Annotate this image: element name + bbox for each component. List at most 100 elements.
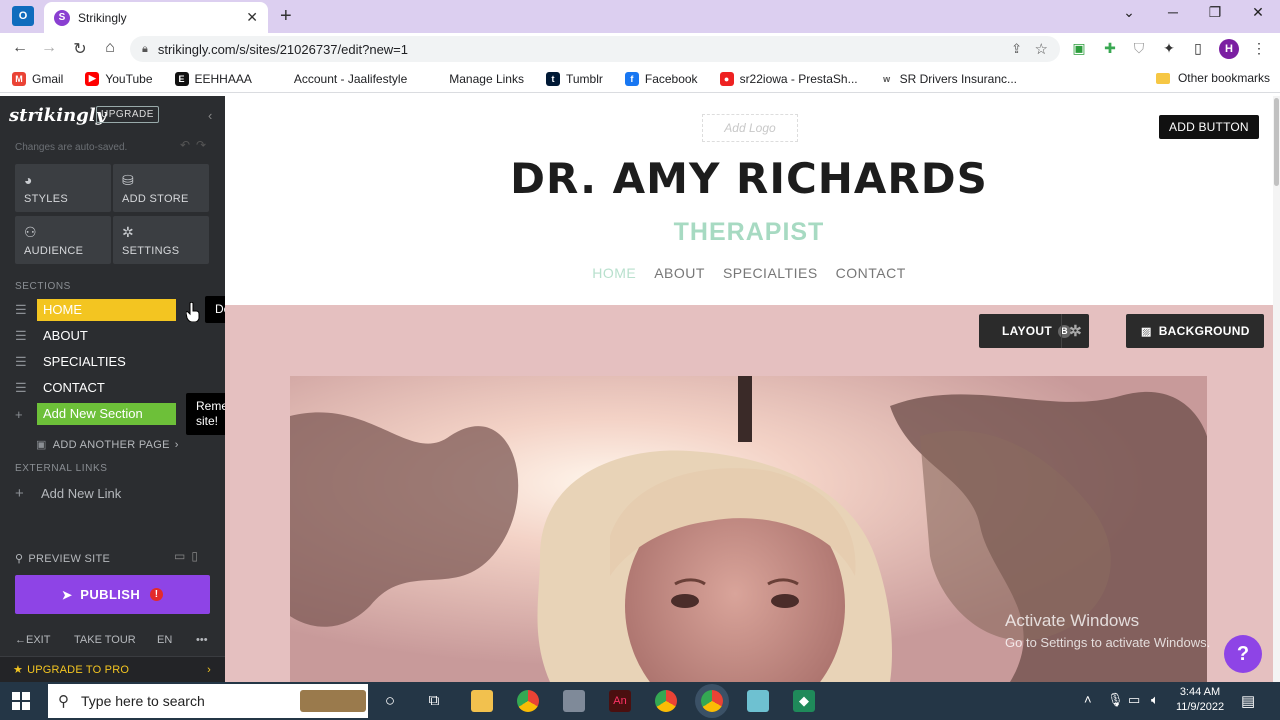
- new-tab-icon[interactable]: +: [280, 5, 292, 28]
- settings-tile[interactable]: ✲ SETTINGS: [113, 216, 209, 264]
- strikingly-logo[interactable]: strikingly: [9, 105, 106, 126]
- system-clock[interactable]: 3:44 AM 11/9/2022: [1170, 685, 1230, 715]
- section-item-contact[interactable]: ☰ CONTACT: [15, 377, 215, 399]
- share-icon[interactable]: ⇪: [1011, 41, 1022, 57]
- microphone-icon[interactable]: 🎙︎: [1107, 692, 1124, 708]
- undo-redo-icon[interactable]: ↶↷: [180, 138, 212, 152]
- bookmark-item[interactable]: ● sr22iowa - PrestaSh...: [719, 71, 858, 86]
- tray-chevron-icon[interactable]: ˄: [1084, 692, 1092, 707]
- site-nav-contact[interactable]: CONTACT: [836, 265, 906, 281]
- bookmark-favicon-icon: E: [174, 71, 189, 86]
- reload-icon[interactable]: ↻: [70, 39, 90, 59]
- bookmark-item[interactable]: t Tumblr: [545, 71, 603, 86]
- section-item-home[interactable]: ☰ HOME: [15, 299, 215, 321]
- gear-icon[interactable]: ✲: [1061, 314, 1089, 348]
- extension-shield-icon[interactable]: ⛉: [1130, 39, 1148, 57]
- browser-menu-icon[interactable]: ⋮: [1250, 39, 1268, 57]
- language-selector[interactable]: EN: [157, 634, 172, 646]
- outlook-app-icon[interactable]: O: [12, 6, 34, 26]
- site-nav-specialties[interactable]: SPECIALTIES: [723, 265, 818, 281]
- notepad-icon[interactable]: [747, 690, 769, 712]
- background-label: BACKGROUND: [1158, 324, 1250, 338]
- animate-app-icon[interactable]: An: [609, 690, 631, 712]
- home-icon[interactable]: ⌂: [100, 39, 120, 57]
- windows-start-icon[interactable]: [12, 692, 30, 710]
- upgrade-badge[interactable]: UPGRADE: [96, 106, 159, 123]
- drag-handle-icon[interactable]: ☰: [15, 328, 29, 344]
- bookmark-star-icon[interactable]: ☆: [1035, 40, 1048, 58]
- volume-icon[interactable]: 🔈︎: [1151, 692, 1159, 708]
- restore-icon[interactable]: ❐: [1203, 4, 1227, 21]
- bookmark-item[interactable]: Account - Jaalifestyle: [273, 71, 407, 86]
- close-window-icon[interactable]: ✕: [1246, 4, 1270, 21]
- device-toggle[interactable]: ▭▯: [174, 549, 204, 563]
- bookmark-item[interactable]: ▶ YouTube: [85, 71, 153, 86]
- browser-tab-active[interactable]: S Strikingly ✕: [44, 2, 268, 33]
- publish-label: PUBLISH: [80, 587, 141, 602]
- add-new-link-label: Add New Link: [41, 486, 122, 501]
- add-another-page-link[interactable]: ▣ ADD ANOTHER PAGE ›: [36, 438, 179, 451]
- styles-tile[interactable]: ◕ STYLES: [15, 164, 111, 212]
- chevron-right-icon: ›: [207, 663, 211, 676]
- publish-button[interactable]: ➤ PUBLISH !: [15, 575, 210, 614]
- close-tab-icon[interactable]: ✕: [246, 9, 258, 26]
- chrome-profile-icon[interactable]: [655, 690, 677, 712]
- extension-plus-icon[interactable]: ✚: [1101, 39, 1119, 57]
- take-tour-link[interactable]: TAKE TOUR: [74, 634, 136, 646]
- task-view-icon[interactable]: ⧉: [423, 690, 445, 712]
- add-store-label: ADD STORE: [122, 193, 189, 205]
- forward-icon[interactable]: →: [39, 39, 59, 57]
- bookmark-item[interactable]: w SR Drivers Insuranc...: [879, 71, 1017, 86]
- chrome-active-icon[interactable]: [701, 690, 723, 712]
- profile-avatar[interactable]: H: [1219, 39, 1239, 59]
- site-nav-about[interactable]: ABOUT: [654, 265, 705, 281]
- bookmark-item[interactable]: E EEHHAAA: [174, 71, 252, 86]
- back-icon[interactable]: ←: [10, 39, 30, 57]
- audience-tile[interactable]: ⚇ AUDIENCE: [15, 216, 111, 264]
- minimize-icon[interactable]: ─: [1161, 4, 1185, 20]
- add-new-section-button[interactable]: + Add New Section: [15, 403, 215, 425]
- section-item-about[interactable]: ☰ ABOUT: [15, 325, 215, 347]
- mobile-icon[interactable]: ▯: [191, 549, 204, 563]
- drag-handle-icon[interactable]: ☰: [15, 354, 29, 370]
- section-item-specialties[interactable]: ☰ SPECIALTIES: [15, 351, 215, 373]
- desktop-icon[interactable]: ▭: [174, 549, 191, 563]
- add-button[interactable]: ADD BUTTON: [1159, 115, 1259, 139]
- paint-icon[interactable]: [563, 690, 585, 712]
- page-scrollbar[interactable]: [1273, 96, 1280, 682]
- taskbar-search-placeholder: Type here to search: [81, 693, 205, 709]
- background-button[interactable]: ▨ BACKGROUND: [1126, 314, 1264, 348]
- site-nav-home[interactable]: HOME: [592, 265, 636, 281]
- site-subtitle[interactable]: THERAPIST: [225, 218, 1273, 247]
- add-logo-placeholder[interactable]: Add Logo: [702, 114, 798, 142]
- notifications-icon[interactable]: ▤: [1241, 692, 1255, 710]
- cortana-icon[interactable]: ○: [379, 690, 401, 712]
- filmora-icon[interactable]: ◆: [793, 690, 815, 712]
- network-icon[interactable]: ▭: [1128, 692, 1140, 708]
- bookmark-item[interactable]: Manage Links: [429, 71, 524, 86]
- extension-green-icon[interactable]: ▣: [1070, 39, 1088, 57]
- bookmark-label: EEHHAAA: [194, 71, 252, 86]
- side-panel-icon[interactable]: ▯: [1189, 39, 1207, 57]
- exit-link[interactable]: ← EXIT: [15, 634, 50, 646]
- drag-handle-icon[interactable]: ☰: [15, 302, 29, 318]
- scrollbar-thumb[interactable]: [1274, 98, 1279, 186]
- layout-button[interactable]: LAYOUT B ✲: [979, 314, 1089, 348]
- bookmark-item[interactable]: f Facebook: [624, 71, 698, 86]
- drag-handle-icon[interactable]: ☰: [15, 380, 29, 396]
- extensions-puzzle-icon[interactable]: ✦: [1160, 39, 1178, 57]
- add-store-tile[interactable]: ⛁ ADD STORE: [113, 164, 209, 212]
- upgrade-to-pro-bar[interactable]: ★ UPGRADE TO PRO ›: [0, 656, 225, 682]
- more-options-icon[interactable]: •••: [196, 634, 208, 646]
- address-bar[interactable]: 🔒︎ strikingly.com/s/sites/21026737/edit?…: [130, 36, 1060, 62]
- chrome-icon[interactable]: [517, 690, 539, 712]
- collapse-sidebar-icon[interactable]: ‹: [208, 108, 212, 123]
- bookmark-item[interactable]: M Gmail: [12, 71, 63, 86]
- other-bookmarks[interactable]: Other bookmarks: [1155, 71, 1270, 85]
- preview-site-link[interactable]: ⚲ PREVIEW SITE: [15, 552, 110, 565]
- site-title[interactable]: DR. AMY RICHARDS: [225, 154, 1273, 203]
- file-explorer-icon[interactable]: [471, 690, 493, 712]
- tab-search-chevron-icon[interactable]: ⌄: [1117, 4, 1141, 21]
- help-button[interactable]: ?: [1224, 635, 1262, 673]
- add-new-link-button[interactable]: + Add New Link: [15, 485, 121, 502]
